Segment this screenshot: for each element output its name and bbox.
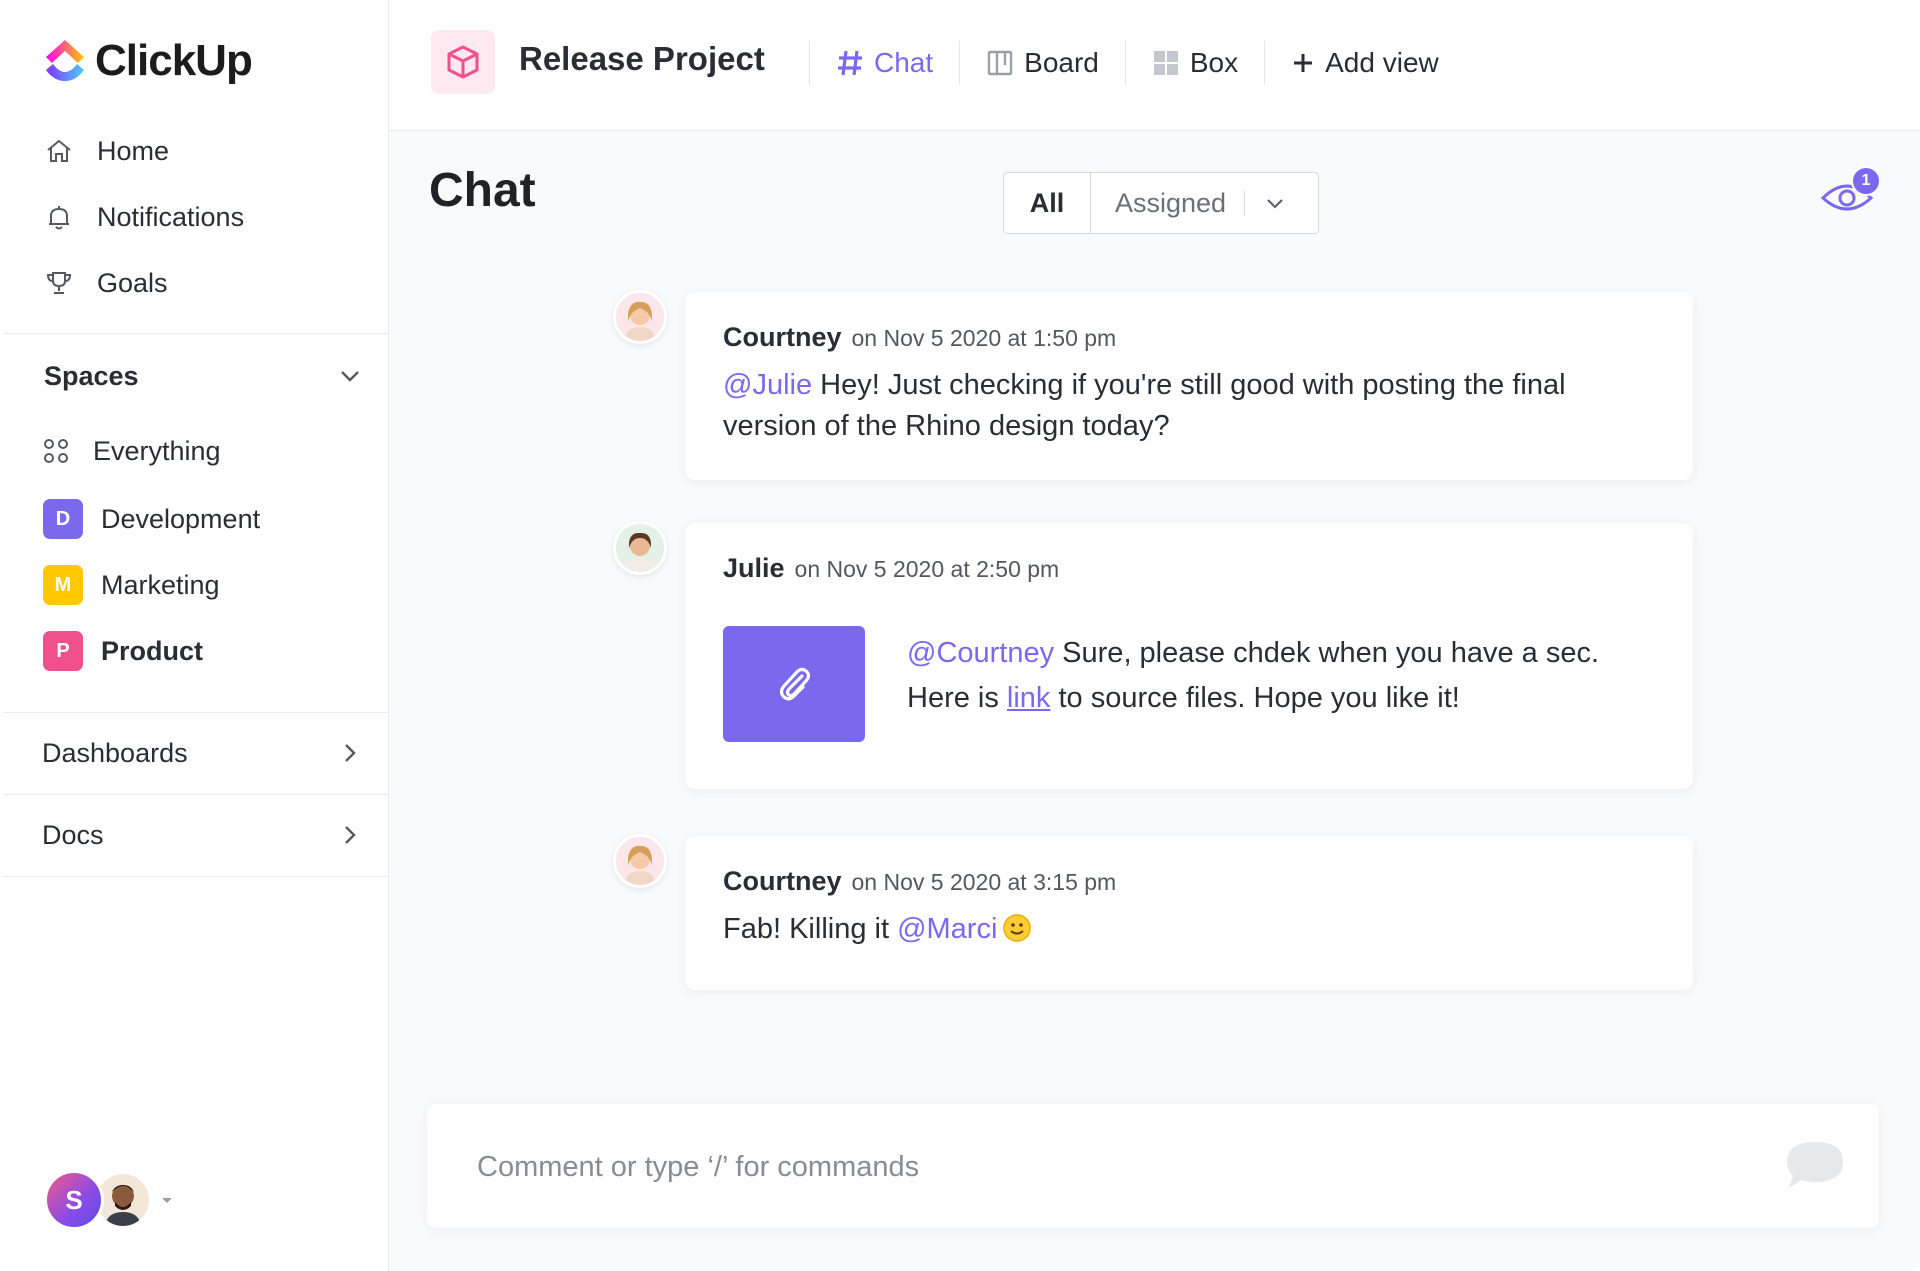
tab-label: Board (1024, 47, 1099, 78)
message-timestamp: on Nov 5 2020 at 2:50 pm (794, 556, 1060, 582)
chevron-down-icon[interactable] (1263, 191, 1287, 215)
nav-item-notifications[interactable]: Notifications (43, 184, 363, 250)
project-title: Release Project (519, 40, 765, 77)
nav-item-home[interactable]: Home (43, 118, 363, 184)
hash-icon (838, 50, 862, 76)
comment-input[interactable] (475, 1134, 1779, 1200)
chat-message: Courtney on Nov 5 2020 at 1:50 pm @Julie … (685, 292, 1693, 480)
board-icon (987, 50, 1013, 76)
chat-message: Julie on Nov 5 2020 at 2:50 pm @Courtney … (685, 523, 1693, 789)
nav-item-label: Notifications (97, 201, 245, 232)
message-body: @Julie Hey! Just checking if you're stil… (723, 365, 1655, 447)
avatar (613, 290, 667, 344)
message-header: Julie on Nov 5 2020 at 2:50 pm (723, 553, 1655, 584)
sidebar-item-docs[interactable]: Docs (42, 795, 364, 875)
grid-icon (1153, 51, 1178, 75)
spaces-title: Spaces (44, 360, 139, 391)
filter-assigned-button[interactable]: Assigned (1091, 188, 1226, 219)
tab-label: Box (1189, 47, 1239, 78)
trophy-icon (46, 272, 72, 294)
tab-chat[interactable]: Chat (810, 38, 959, 88)
source-files-link[interactable]: link (1007, 682, 1051, 714)
message-header: Courtney on Nov 5 2020 at 3:15 pm (723, 866, 1655, 897)
tab-box[interactable]: Box (1126, 38, 1264, 88)
message-author[interactable]: Julie (723, 553, 785, 583)
everything-icon (44, 439, 68, 463)
bell-icon (49, 206, 69, 230)
sidebar-item-dashboards[interactable]: Dashboards (42, 713, 364, 793)
chat-filter: All Assigned (1003, 172, 1319, 234)
tab-board[interactable]: Board (960, 38, 1125, 88)
space-item-development[interactable]: D Development (43, 486, 363, 552)
message-text: to source files. Hope you like it! (1050, 682, 1460, 714)
sidebar-divider (4, 876, 389, 877)
mention-link[interactable]: @Marci (897, 913, 997, 945)
mention-link[interactable]: @Courtney (907, 637, 1054, 669)
nav-item-label: Home (97, 135, 170, 166)
message-text: Hey! Just checking if you're still good … (723, 369, 1566, 442)
smile-emoji-icon (1003, 914, 1032, 942)
chevron-right-icon (345, 826, 356, 844)
message-body: @Courtney Sure, please chdek when you ha… (907, 631, 1663, 721)
space-badge: D (43, 499, 83, 539)
space-badge: M (43, 565, 83, 605)
spaces-header[interactable]: Spaces (44, 356, 364, 396)
space-label: Product (101, 635, 204, 666)
watchers-count-badge: 1 (1851, 166, 1881, 196)
mention-link[interactable]: @Julie (723, 369, 812, 401)
filter-separator (1244, 191, 1246, 215)
brand-name: ClickUp (95, 36, 253, 85)
avatar (613, 834, 667, 888)
clickup-logo-icon (46, 40, 84, 81)
tab-label: Chat (874, 47, 934, 78)
docs-label: Docs (42, 819, 104, 850)
chevron-down-icon[interactable] (336, 362, 364, 390)
app-window: ClickUp Home Notifications Goals Spaces (4, 0, 1920, 1271)
main-nav: Home Notifications Goals (43, 118, 363, 316)
message-timestamp: on Nov 5 2020 at 1:50 pm (851, 325, 1117, 351)
comment-composer (427, 1104, 1879, 1228)
space-label: Everything (93, 435, 221, 466)
sidebar-divider (4, 333, 389, 334)
avatar (613, 521, 667, 575)
message-author[interactable]: Courtney (723, 322, 842, 352)
space-label: Development (101, 503, 261, 534)
caret-down-icon (162, 1198, 172, 1203)
filter-all-button[interactable]: All (1004, 173, 1091, 233)
add-view-button[interactable]: Add view (1265, 38, 1465, 88)
nav-item-goals[interactable]: Goals (43, 250, 363, 316)
topbar: Release Project Chat Board Box Add view (389, 0, 1920, 131)
nav-item-label: Goals (97, 267, 168, 298)
chevron-right-icon (345, 744, 356, 762)
message-body: Fab! Killing it @Marci (723, 909, 1655, 950)
tab-label: Add view (1325, 47, 1439, 78)
cube-icon (447, 45, 479, 79)
home-icon (47, 139, 71, 162)
chat-message: Courtney on Nov 5 2020 at 3:15 pm Fab! Ki… (685, 836, 1693, 990)
view-tabs: Chat Board Box Add view (809, 30, 1465, 96)
dashboards-label: Dashboards (42, 737, 188, 768)
message-header: Courtney on Nov 5 2020 at 1:50 pm (723, 322, 1655, 353)
space-item-everything[interactable]: Everything (43, 416, 363, 486)
main-content: Release Project Chat Board Box Add view … (389, 0, 1920, 1271)
paperclip-icon (779, 667, 811, 701)
plus-icon (1294, 54, 1313, 72)
attachment-thumbnail[interactable] (723, 626, 865, 742)
project-icon (431, 30, 495, 94)
space-badge: P (43, 631, 83, 671)
avatar: S (44, 1170, 104, 1230)
message-text: Fab! Killing it (723, 913, 898, 945)
clickup-logo[interactable]: ClickUp (43, 36, 253, 86)
message-timestamp: on Nov 5 2020 at 3:15 pm (851, 869, 1117, 895)
page-title: Chat (429, 164, 536, 217)
message-author[interactable]: Courtney (723, 866, 842, 896)
space-item-marketing[interactable]: M Marketing (43, 552, 363, 618)
speech-bubble-icon[interactable] (1783, 1138, 1847, 1192)
space-label: Marketing (101, 569, 220, 600)
spaces-list: Everything D Development M Marketing P P… (43, 416, 363, 684)
user-menu[interactable]: S (44, 1170, 174, 1230)
sidebar: ClickUp Home Notifications Goals Spaces (4, 0, 389, 1271)
space-item-product[interactable]: P Product (43, 618, 363, 684)
